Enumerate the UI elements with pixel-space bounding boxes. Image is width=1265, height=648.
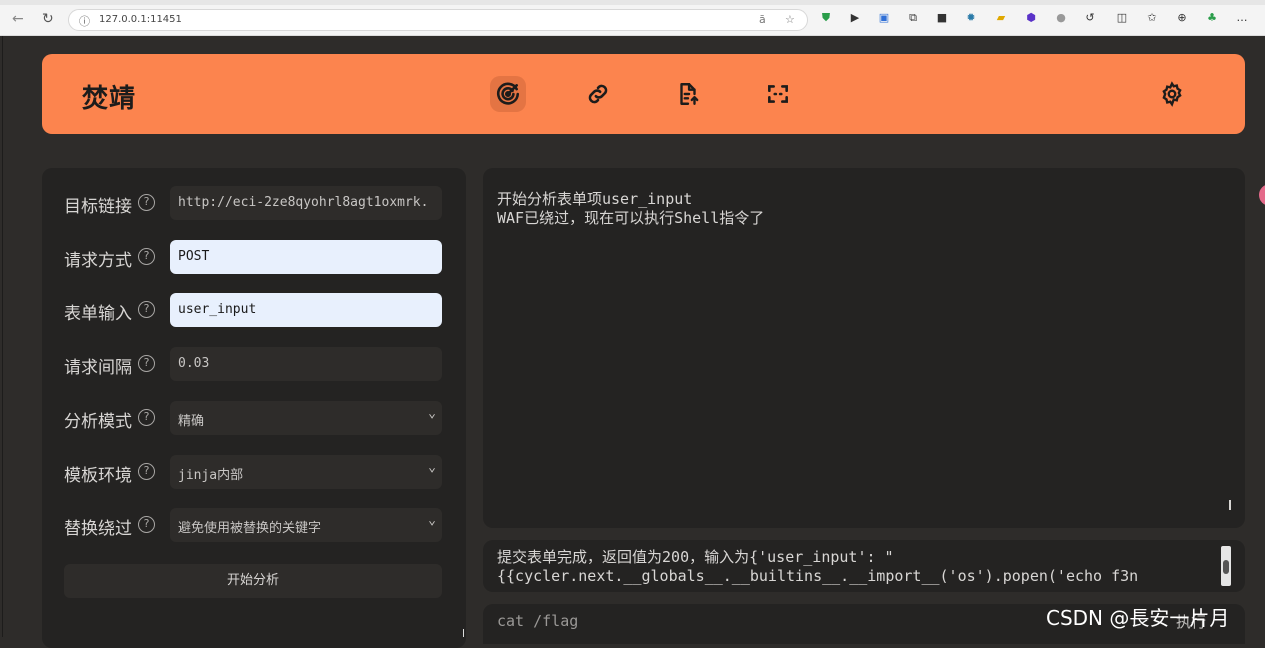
form-input-field[interactable]: user_input xyxy=(170,293,442,327)
method-label: 请求方式 xyxy=(64,251,132,271)
e-icon[interactable]: ■ xyxy=(936,12,948,24)
form-input-label: 表单输入 xyxy=(64,304,132,324)
gem-icon[interactable]: ⬢ xyxy=(1025,12,1037,24)
app-window: 焚靖 目标链接 ? http://eci-2ze8qyohrl8agt1oxmr… xyxy=(2,36,1265,648)
env-row: 模板环境 ? jinja内部 xyxy=(64,455,444,489)
translate-icon[interactable]: ā xyxy=(759,13,766,26)
env-label: 模板环境 xyxy=(64,466,132,486)
circle-icon[interactable]: ● xyxy=(1055,12,1067,24)
result-box[interactable]: 提交表单完成，返回值为200，输入为{'user_input': " {{cyc… xyxy=(483,540,1245,592)
gear-icon xyxy=(1162,81,1182,107)
file-upload-icon xyxy=(680,83,699,105)
side-handle[interactable] xyxy=(1259,184,1265,206)
link-icon xyxy=(588,84,608,104)
puzzle-icon[interactable]: ✹ xyxy=(965,12,977,24)
help-icon[interactable]: ? xyxy=(138,248,155,265)
method-row: 请求方式 ? POST xyxy=(64,240,444,274)
scan-frame-icon xyxy=(768,85,788,103)
bookmark-icon[interactable]: ▣ xyxy=(878,12,890,24)
bypass-label: 替换绕过 xyxy=(64,519,132,539)
refresh-icon[interactable]: ↺ xyxy=(1084,12,1096,24)
browser-toolbar: ← ↻ ⓘ 127.0.0.1:11451 ā ☆ ⛊ ▶ ▣ ⧉ ■ ✹ ▰ … xyxy=(0,0,1265,36)
copy-icon[interactable]: ⧉ xyxy=(907,12,919,24)
interval-row: 请求间隔 ? 0.03 xyxy=(64,347,444,381)
bypass-select[interactable]: 避免使用被替换的关键字 xyxy=(170,508,442,542)
target-url-input[interactable]: http://eci-2ze8qyohrl8agt1oxmrk. xyxy=(170,186,442,220)
mode-row: 分析模式 ? 精确 xyxy=(64,401,444,435)
more-icon[interactable]: … xyxy=(1236,12,1248,24)
text-caret xyxy=(1229,500,1231,510)
nav-link-button[interactable] xyxy=(580,76,616,112)
info-icon[interactable]: ⓘ xyxy=(79,13,90,29)
star-icon[interactable]: ☆ xyxy=(785,13,795,26)
interval-input[interactable]: 0.03 xyxy=(170,347,442,381)
split-icon[interactable]: ◫ xyxy=(1116,12,1128,24)
env-select[interactable]: jinja内部 xyxy=(170,455,442,489)
tab-strip xyxy=(0,0,1265,5)
form-panel: 目标链接 ? http://eci-2ze8qyohrl8agt1oxmrk. … xyxy=(42,168,466,648)
mode-select[interactable]: 精确 xyxy=(170,401,442,435)
help-icon[interactable]: ? xyxy=(138,301,155,318)
help-icon[interactable]: ? xyxy=(138,516,155,533)
output-log: 开始分析表单项user_input WAF已绕过，现在可以执行Shell指令了 xyxy=(483,168,1245,528)
nav-scan-button[interactable] xyxy=(760,76,796,112)
result-scrollbar[interactable] xyxy=(1221,546,1231,586)
folder-icon[interactable]: ▰ xyxy=(995,12,1007,24)
favorites-icon[interactable]: ✩ xyxy=(1146,12,1158,24)
scrollbar-thumb[interactable] xyxy=(1223,560,1229,574)
address-bar[interactable]: ⓘ 127.0.0.1:11451 ā ☆ xyxy=(68,9,808,31)
mode-label: 分析模式 xyxy=(64,412,132,432)
help-icon[interactable]: ? xyxy=(138,355,155,372)
interval-label: 请求间隔 xyxy=(64,358,132,378)
mouse-cursor xyxy=(463,629,464,637)
nav-analyze-button[interactable] xyxy=(490,76,526,112)
watermark: CSDN @長安一片月 xyxy=(1046,606,1230,630)
play-icon[interactable]: ▶ xyxy=(849,12,861,24)
reload-icon[interactable]: ↻ xyxy=(42,11,54,27)
result-line: {{cycler.next.__globals__.__builtins__._… xyxy=(497,567,1139,585)
bypass-row: 替换绕过 ? 避免使用被替换的关键字 xyxy=(64,508,444,542)
collections-icon[interactable]: ⊕ xyxy=(1176,12,1188,24)
form-input-row: 表单输入 ? user_input xyxy=(64,293,444,327)
back-icon[interactable]: ← xyxy=(12,11,24,27)
app-header: 焚靖 xyxy=(42,54,1245,134)
nav-file-button[interactable] xyxy=(670,76,706,112)
help-icon[interactable]: ? xyxy=(138,409,155,426)
result-line: 提交表单完成，返回值为200，输入为{'user_input': " xyxy=(497,548,894,566)
address-url[interactable]: 127.0.0.1:11451 xyxy=(99,14,182,25)
extensions-icon[interactable]: ♣ xyxy=(1206,12,1218,24)
output-line: WAF已绕过，现在可以执行Shell指令了 xyxy=(497,209,765,227)
help-icon[interactable]: ? xyxy=(138,463,155,480)
target-url-label: 目标链接 xyxy=(64,197,132,217)
output-line: 开始分析表单项user_input xyxy=(497,190,693,208)
app-brand: 焚靖 xyxy=(82,84,137,114)
settings-button[interactable] xyxy=(1154,76,1190,112)
shield-icon[interactable]: ⛊ xyxy=(820,12,832,24)
help-icon[interactable]: ? xyxy=(138,194,155,211)
radar-icon xyxy=(496,82,520,105)
method-input[interactable]: POST xyxy=(170,240,442,274)
target-url-row: 目标链接 ? http://eci-2ze8qyohrl8agt1oxmrk. xyxy=(64,186,444,220)
start-analysis-button[interactable]: 开始分析 xyxy=(64,564,442,598)
